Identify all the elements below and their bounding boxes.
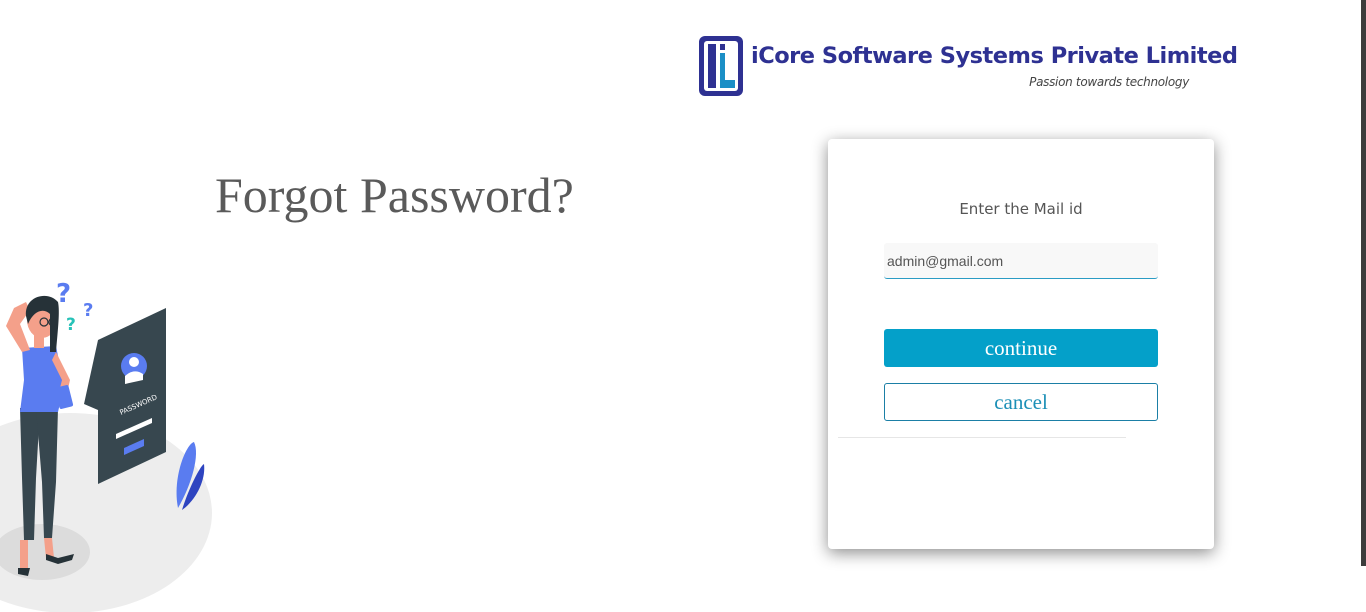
forgot-password-card: Enter the Mail id continue cancel: [828, 139, 1214, 549]
company-logo: iCore Software Systems Private Limited P…: [698, 34, 1238, 100]
page-title: Forgot Password?: [215, 167, 574, 223]
card-divider: [838, 437, 1126, 438]
svg-text:?: ?: [83, 300, 93, 321]
cancel-button[interactable]: cancel: [884, 383, 1158, 421]
forgot-password-illustration: PASSWORD ? ? ?: [0, 279, 212, 612]
page-scrollbar[interactable]: [1361, 0, 1366, 566]
svg-text:?: ?: [66, 315, 76, 335]
company-tagline: Passion towards technology: [1029, 75, 1189, 89]
email-input[interactable]: [884, 243, 1158, 279]
email-label: Enter the Mail id: [959, 200, 1083, 218]
forgot-password-page: iCore Software Systems Private Limited P…: [0, 0, 1366, 612]
icore-logo-icon: [699, 36, 743, 96]
company-name: iCore Software Systems Private Limited: [751, 43, 1238, 69]
continue-button[interactable]: continue: [884, 329, 1158, 367]
